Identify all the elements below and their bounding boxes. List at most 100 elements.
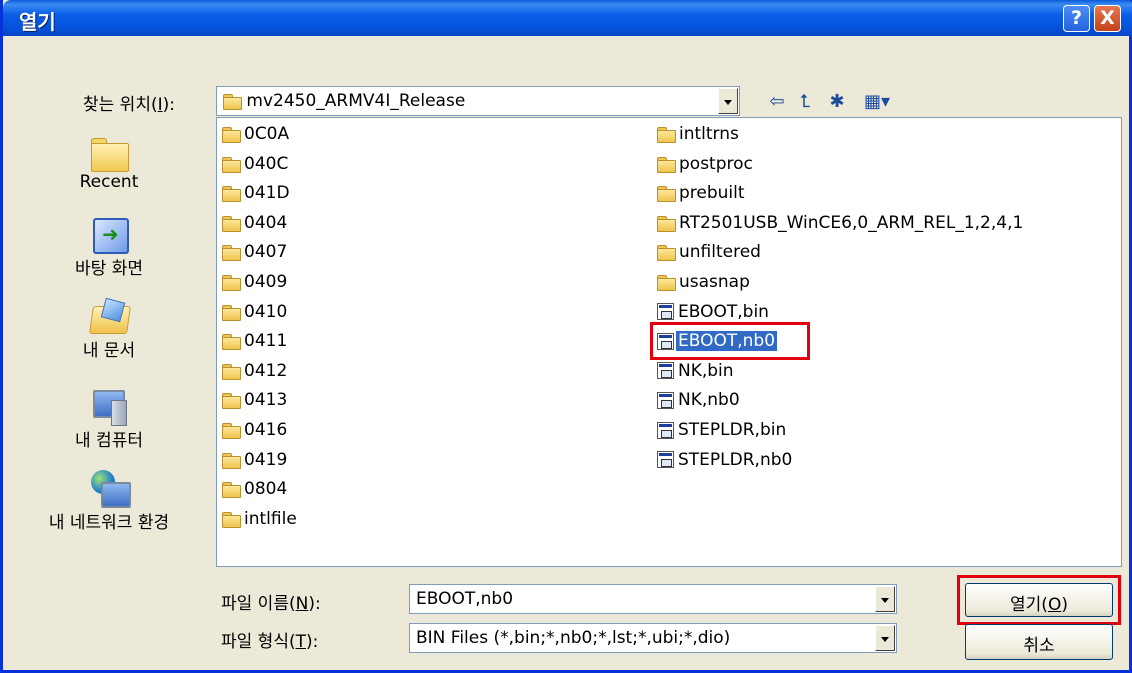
folder-item[interactable]: postproc — [657, 151, 755, 177]
close-button[interactable]: X — [1094, 5, 1121, 32]
file-type-value: BIN Files (*,bin;*,nb0;*,lst;*,ubi;*,dio… — [416, 628, 731, 648]
file-icon — [657, 421, 674, 439]
file-type-combo[interactable]: BIN Files (*,bin;*,nb0;*,lst;*,ubi;*,dio… — [409, 623, 897, 653]
cancel-button-label: 취소 — [1023, 636, 1055, 656]
folder-icon — [222, 452, 241, 469]
folder-item[interactable]: usasnap — [657, 269, 752, 295]
file-type-label-text: 파일 형식( — [221, 632, 296, 652]
folder-item[interactable]: 0804 — [222, 476, 289, 502]
folder-item[interactable]: prebuilt — [657, 180, 747, 206]
folder-icon — [657, 245, 676, 262]
file-item[interactable]: NK,bin — [657, 358, 736, 384]
folder-item[interactable]: 040C — [222, 151, 290, 177]
item-name: 040C — [244, 153, 289, 174]
folder-icon — [222, 156, 241, 173]
my-documents-icon — [89, 298, 129, 336]
folder-icon — [222, 482, 241, 499]
recent-icon — [89, 134, 129, 172]
file-name-label-text: 파일 이름( — [221, 594, 296, 614]
file-item[interactable]: STEPLDR,nb0 — [657, 447, 794, 473]
folder-item[interactable]: 0C0A — [222, 121, 291, 147]
file-type-accel: T — [295, 632, 306, 652]
folder-icon — [657, 275, 676, 291]
folder-icon — [222, 304, 241, 321]
folder-icon — [222, 334, 241, 351]
item-name: intlfile — [244, 508, 297, 529]
folder-icon — [657, 156, 676, 173]
place-my-computer-label: 내 컴퓨터 — [75, 431, 143, 451]
item-name: usasnap — [679, 272, 750, 292]
file-name-label-end: ): — [308, 594, 321, 614]
folder-icon — [222, 215, 241, 232]
folder-item[interactable]: 0419 — [222, 447, 289, 473]
folder-item[interactable]: 0407 — [222, 239, 289, 265]
up-folder-icon[interactable]: ⮤ — [793, 92, 817, 112]
item-name: 0C0A — [244, 124, 290, 144]
item-name: STEPLDR,nb0 — [678, 449, 793, 470]
item-name: postproc — [679, 153, 753, 174]
look-in-label: 찾는 위치(I): — [83, 90, 175, 115]
folder-item[interactable]: 0404 — [222, 210, 289, 236]
place-my-documents[interactable]: 내 문서 — [13, 298, 205, 361]
folder-item[interactable]: 0409 — [222, 269, 289, 295]
place-network[interactable]: 내 네트워크 환경 — [13, 470, 205, 533]
view-menu-icon[interactable]: ▦▾ — [857, 92, 897, 112]
place-my-computer[interactable]: 내 컴퓨터 — [13, 388, 205, 451]
folder-item[interactable]: 0413 — [222, 387, 289, 413]
item-name: 0412 — [244, 360, 288, 381]
file-name-combo[interactable]: EBOOT,nb0 — [409, 584, 897, 614]
title-bar[interactable]: 열기 ? X — [3, 0, 1132, 36]
folder-icon — [222, 511, 241, 528]
folder-icon — [657, 215, 676, 232]
file-name-value[interactable]: EBOOT,nb0 — [416, 589, 513, 609]
my-computer-icon — [89, 388, 129, 426]
item-name: EBOOT,bin — [678, 301, 769, 322]
place-recent[interactable]: Recent — [13, 134, 205, 192]
folder-item[interactable]: intlfile — [222, 506, 299, 532]
folder-item[interactable]: intltrns — [657, 121, 741, 147]
file-type-label-end: ): — [306, 632, 319, 652]
chevron-down-icon[interactable] — [875, 586, 895, 612]
file-item[interactable]: NK,nb0 — [657, 387, 742, 413]
network-icon — [89, 470, 131, 508]
folder-item[interactable]: 0410 — [222, 299, 289, 325]
look-in-label-end: ): — [162, 95, 175, 115]
cancel-button[interactable]: 취소 — [965, 624, 1113, 660]
folder-icon — [222, 393, 241, 410]
item-name: 041D — [244, 183, 290, 204]
item-name: unfiltered — [679, 242, 761, 263]
file-icon — [657, 391, 674, 409]
place-desktop[interactable]: 바탕 화면 — [13, 216, 205, 279]
item-name: 0409 — [244, 272, 288, 292]
folder-item[interactable]: 0416 — [222, 417, 289, 443]
folder-item[interactable]: 041D — [222, 180, 292, 206]
back-icon[interactable]: ⇦ — [765, 92, 789, 112]
file-item[interactable]: STEPLDR,bin — [657, 417, 788, 443]
look-in-value: mv2450_ARMV4I_Release — [246, 91, 466, 111]
folder-item[interactable]: 0412 — [222, 358, 289, 384]
file-list[interactable]: 0C0A 040C 041D 0404 0407 0409 0410 0411 0412 0413… — [216, 117, 1122, 567]
chevron-down-icon[interactable] — [875, 625, 895, 651]
new-folder-icon[interactable]: ✱ — [825, 92, 849, 112]
folder-icon — [222, 423, 241, 439]
folder-item[interactable]: RT2501USB_WinCE6,0_ARM_REL_1,2,4,1 — [657, 210, 1025, 236]
item-name: 0407 — [244, 242, 288, 263]
item-name: prebuilt — [679, 183, 745, 204]
look-in-combo[interactable]: mv2450_ARMV4I_Release — [216, 86, 740, 116]
open-dialog: 열기 ? X 찾는 위치(I): mv2450_ARMV4I_Release ⇦… — [0, 0, 1132, 673]
file-item[interactable]: EBOOT,bin — [657, 299, 771, 325]
folder-icon — [223, 94, 242, 110]
item-name: 0416 — [244, 420, 288, 440]
file-name-accel: N — [295, 594, 309, 614]
folder-item[interactable]: unfiltered — [657, 239, 763, 265]
folder-item[interactable]: 0411 — [222, 328, 289, 354]
item-name: NK,nb0 — [678, 390, 740, 411]
desktop-icon — [89, 216, 129, 254]
help-button[interactable]: ? — [1063, 5, 1090, 32]
chevron-down-icon[interactable] — [718, 88, 738, 114]
folder-icon — [657, 127, 676, 143]
file-icon — [657, 451, 674, 469]
folder-icon — [222, 186, 241, 203]
open-button-highlight — [957, 575, 1121, 625]
item-name: 0804 — [244, 479, 288, 500]
